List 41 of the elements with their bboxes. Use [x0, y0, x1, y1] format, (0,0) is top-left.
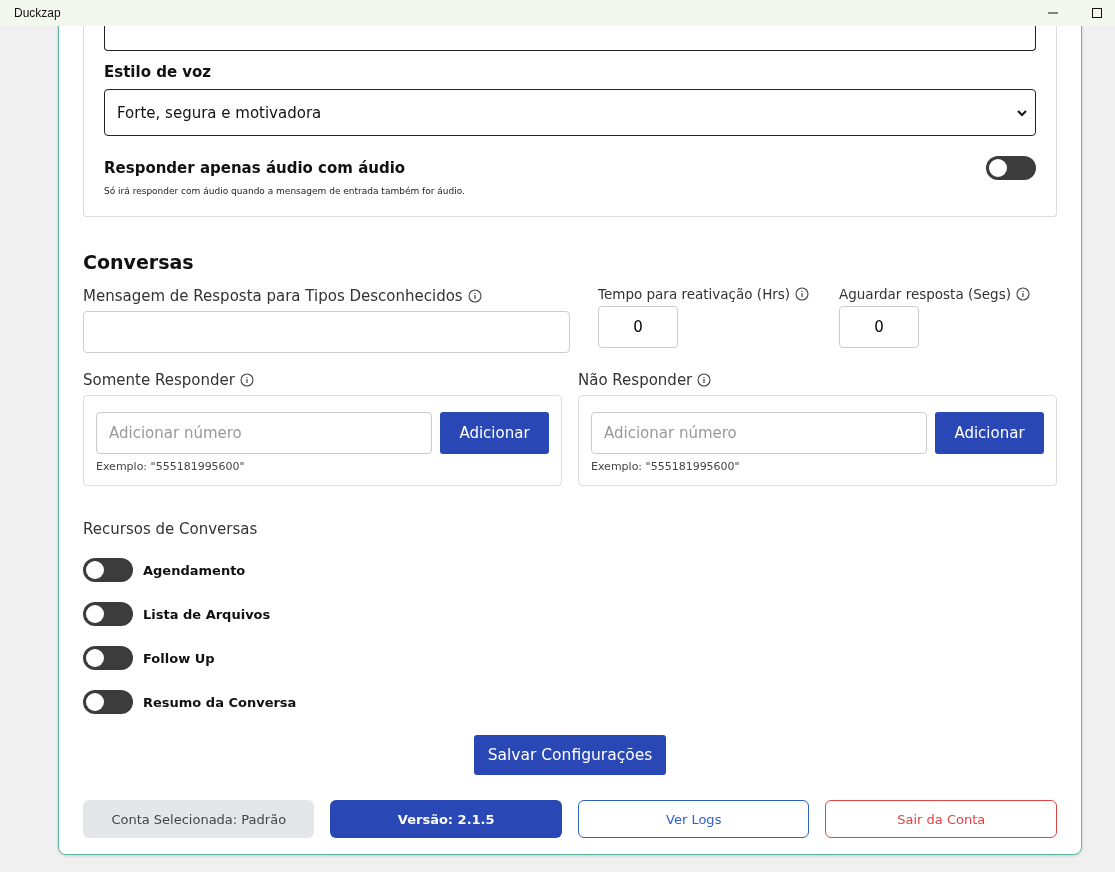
- toggle-label: Agendamento: [143, 562, 246, 578]
- account-label: Conta Selecionada: Padrão: [83, 800, 315, 838]
- save-button[interactable]: Salvar Configurações: [473, 735, 667, 775]
- add-button[interactable]: Adicionar: [440, 412, 549, 454]
- toggle-label: Resumo da Conversa: [143, 694, 297, 710]
- example-text: Exemplo: "555181995600": [591, 460, 741, 473]
- toggle-label: Responder apenas áudio com áudio: [104, 159, 406, 177]
- phone-number-input[interactable]: Adicionar número: [96, 412, 432, 454]
- field-label: Tempo para reativação (Hrs): [598, 286, 791, 302]
- logout-button[interactable]: Sair da Conta: [825, 800, 1057, 838]
- toggle-label: Lista de Arquivos: [143, 606, 271, 622]
- info-icon[interactable]: [239, 373, 254, 387]
- info-icon[interactable]: [1015, 287, 1030, 301]
- info-icon[interactable]: [697, 373, 712, 387]
- add-button[interactable]: Adicionar: [935, 412, 1044, 454]
- number-input[interactable]: 0: [839, 306, 919, 348]
- toggle-switch[interactable]: [83, 558, 133, 582]
- example-text: Exemplo: "555181995600": [96, 460, 246, 473]
- field-label: Não Responder: [578, 371, 693, 389]
- section-subtitle: Recursos de Conversas: [83, 520, 259, 538]
- toggle-switch[interactable]: [83, 602, 133, 626]
- toggle-label: Follow Up: [143, 650, 215, 666]
- version-label: Versão: 2.1.5: [330, 800, 562, 838]
- maximize-icon[interactable]: [1091, 7, 1103, 19]
- field-label: Mensagem de Resposta para Tipos Desconhecidos: [83, 287, 463, 305]
- toggle-switch[interactable]: [986, 156, 1036, 180]
- field-label: Estilo de voz: [104, 63, 213, 81]
- chevron-down-icon: [1017, 108, 1027, 117]
- number-input[interactable]: 0: [598, 306, 678, 348]
- view-logs-button[interactable]: Ver Logs: [577, 800, 810, 838]
- window-title: Duckzap: [14, 6, 61, 20]
- hint-text: Só irá responder com áudio quando a mensagem de entrada também for áudio.: [104, 186, 466, 196]
- phone-number-input[interactable]: Adicionar número: [591, 412, 927, 454]
- section-title: Conversas: [83, 251, 195, 273]
- field-label: Aguardar resposta (Segs): [839, 286, 1011, 302]
- toggle-switch[interactable]: [83, 690, 133, 714]
- toggle-switch[interactable]: [83, 646, 133, 670]
- voice-style-select[interactable]: Forte, segura e motivadora: [104, 89, 1036, 136]
- field-label: Somente Responder: [83, 371, 235, 389]
- info-icon[interactable]: [795, 287, 810, 301]
- info-icon[interactable]: [467, 289, 482, 303]
